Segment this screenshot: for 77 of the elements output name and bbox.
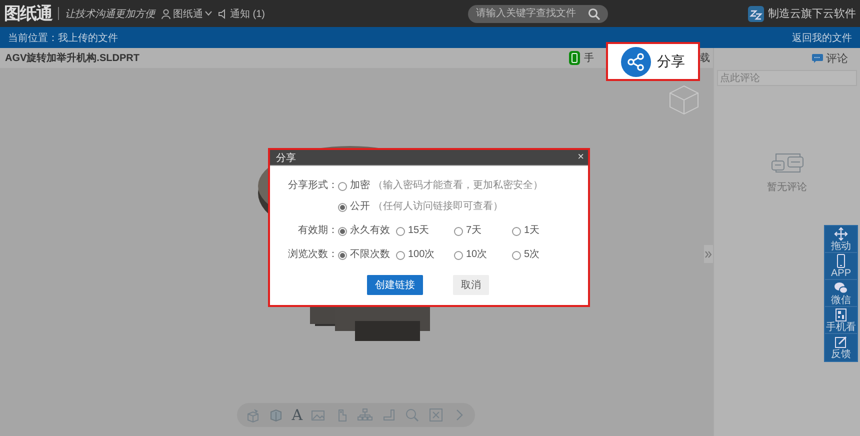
option-label: 5次 xyxy=(524,249,540,261)
cancel-button[interactable]: 取消 xyxy=(453,275,489,295)
search-icon xyxy=(404,407,420,423)
logo-text: 图纸通 xyxy=(4,3,52,25)
comment-icon xyxy=(812,54,823,62)
text-tool-button[interactable]: A xyxy=(292,407,303,423)
option-label: 永久有效 xyxy=(350,225,390,237)
fit-view-button[interactable] xyxy=(428,407,444,423)
measure-icon xyxy=(380,407,397,423)
create-link-button[interactable]: 创建链接 xyxy=(367,275,423,295)
share-label: 分享 xyxy=(657,52,685,70)
radio-button[interactable] xyxy=(512,250,521,260)
measure-button[interactable] xyxy=(380,407,397,423)
empty-comments-text: 暂无评论 xyxy=(767,180,807,194)
toolbar-link[interactable]: 载 xyxy=(700,51,710,65)
brand-text: 制造云旗下云软件 xyxy=(768,7,856,21)
field-label: 有效期： xyxy=(297,225,338,237)
hierarchy-icon xyxy=(357,407,374,423)
toolbar-link[interactable]: 手 xyxy=(584,51,594,65)
option-label: 15天 xyxy=(408,225,430,237)
person-icon xyxy=(161,8,171,18)
comments-title: 评论 xyxy=(826,52,848,66)
phone-icon xyxy=(834,254,848,268)
option-label: 1天 xyxy=(524,225,540,237)
radio-button[interactable] xyxy=(338,250,347,260)
user-menu[interactable]: 图纸通 xyxy=(161,6,212,20)
side-tool-button[interactable]: 拖动 xyxy=(825,226,857,253)
edit-note-icon xyxy=(834,335,848,349)
radio-button[interactable] xyxy=(338,202,347,212)
brand-logo-icon xyxy=(748,6,764,22)
chat-bubbles-icon xyxy=(834,280,848,294)
solid-cube-icon xyxy=(268,407,284,423)
notification-link[interactable]: 通知 (1) xyxy=(218,6,265,20)
radio-button[interactable] xyxy=(512,226,521,236)
side-tool-button[interactable]: 手机看 xyxy=(825,307,857,334)
double-chevron-icon xyxy=(705,250,712,258)
slogan: 让技术沟通更加方便 xyxy=(65,8,155,20)
share-icon xyxy=(621,46,651,76)
option-label: 7天 xyxy=(466,225,482,237)
expand-handle[interactable] xyxy=(704,245,713,263)
comment-field[interactable]: 点此评论 xyxy=(717,70,857,86)
side-tool-button[interactable]: 反馈 xyxy=(825,334,857,361)
view-cube-icon xyxy=(668,84,700,116)
radio-button[interactable] xyxy=(396,250,405,260)
search-icon xyxy=(588,8,600,20)
solid-cube-button[interactable] xyxy=(268,407,284,423)
option-label: 公开 xyxy=(350,201,370,213)
option-label: 不限次数 xyxy=(350,249,390,261)
cube-with-cap-icon xyxy=(244,407,261,423)
side-tool-button[interactable]: APP xyxy=(825,253,857,280)
option-hint: （任何人访问链接即可查看） xyxy=(373,201,503,213)
radio-button[interactable] xyxy=(338,182,347,190)
phone-icon xyxy=(569,51,580,65)
option-label: 100次 xyxy=(408,249,435,261)
field-label: 浏览次数： xyxy=(287,249,338,261)
breadcrumb: 当前位置：我上传的文件 xyxy=(8,32,118,44)
dialog-title: 分享 xyxy=(276,152,296,164)
search-button[interactable] xyxy=(404,407,420,423)
back-link[interactable]: 返回我的文件 xyxy=(792,30,852,44)
option-hint: （输入密码才能查看，更加私密安全） xyxy=(373,180,543,192)
hierarchy-button[interactable] xyxy=(357,407,374,423)
speaker-icon xyxy=(218,8,228,18)
move-arrows-icon xyxy=(834,226,848,240)
fit-view-icon xyxy=(428,407,444,423)
file-name: AGV旋转加举升机构.SLDPRT xyxy=(5,51,140,65)
caret-icon xyxy=(205,11,212,16)
cube-with-cap-button[interactable] xyxy=(244,407,261,423)
side-tool-button[interactable]: 微信 xyxy=(825,280,857,307)
option-label: 加密 xyxy=(350,180,370,192)
field-label: 分享形式： xyxy=(287,180,338,192)
option-label: 10次 xyxy=(466,249,488,261)
radio-button[interactable] xyxy=(454,250,463,260)
radio-button[interactable] xyxy=(454,226,463,236)
radio-button[interactable] xyxy=(396,226,405,236)
qr-code-icon xyxy=(834,308,848,322)
radio-button[interactable] xyxy=(338,226,347,236)
close-button[interactable]: × xyxy=(578,152,584,163)
